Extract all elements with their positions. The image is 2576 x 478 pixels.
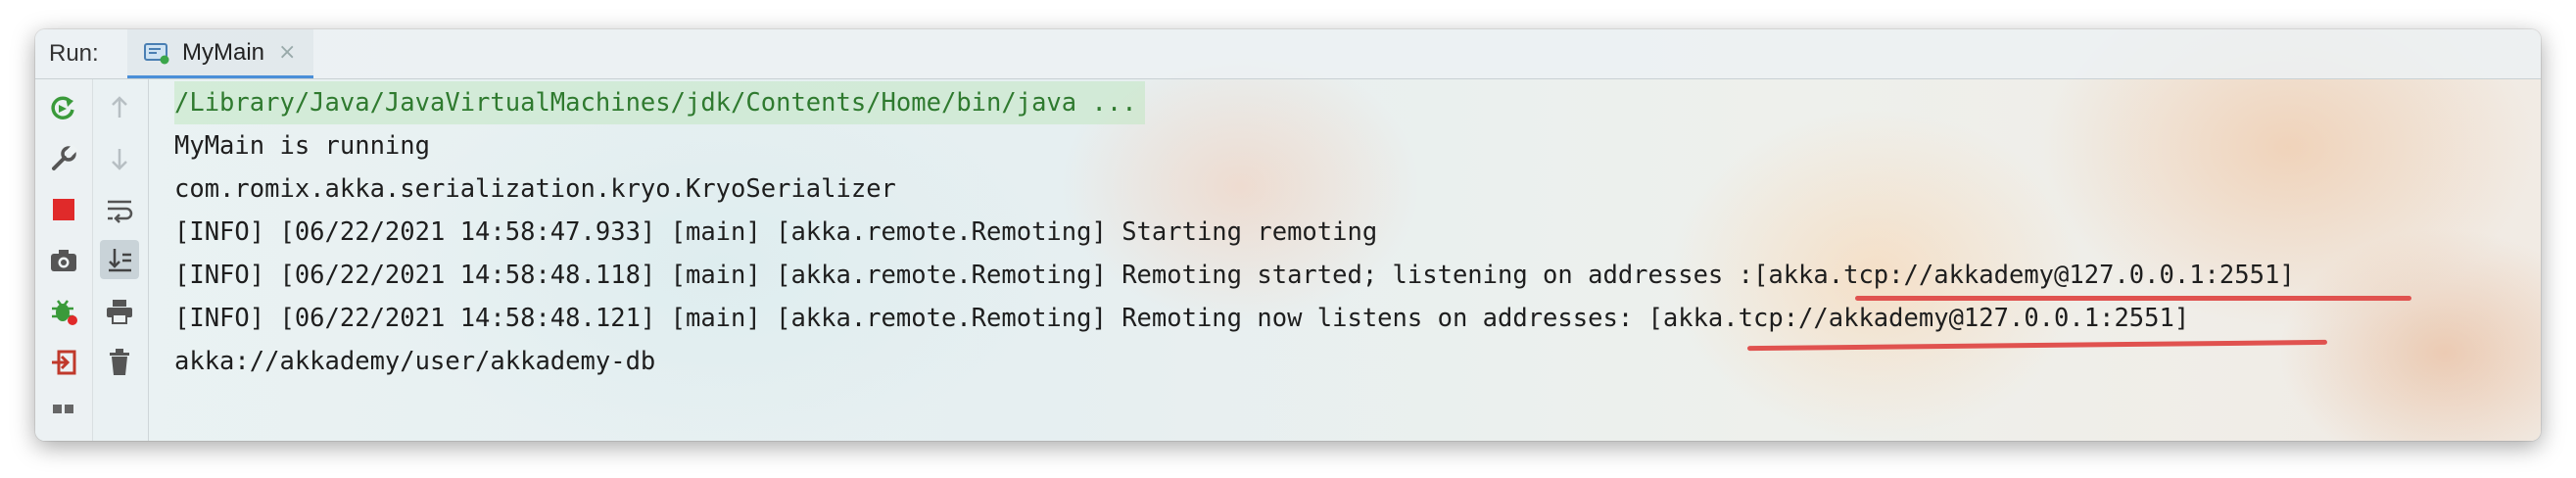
debug-bug-icon[interactable] (47, 295, 80, 328)
console-line: [INFO] [06/22/2021 14:58:47.933] [main] … (174, 217, 1378, 247)
console-output[interactable]: /Library/Java/JavaVirtualMachines/jdk/Co… (174, 79, 2541, 441)
wrench-icon[interactable] (47, 142, 80, 175)
print-icon[interactable] (103, 295, 136, 328)
tab-close-icon[interactable]: × (278, 40, 296, 65)
console-line-command[interactable]: /Library/Java/JavaVirtualMachines/jdk/Co… (174, 81, 1145, 124)
down-arrow-icon[interactable] (103, 142, 136, 175)
run-label: Run: (49, 40, 99, 67)
tab-mymain[interactable]: MyMain × (127, 29, 314, 78)
console-line: MyMain is running (174, 131, 430, 161)
scroll-to-end-icon[interactable] (100, 240, 139, 279)
layout-icon[interactable] (47, 399, 80, 432)
annotation-underline (1746, 339, 2328, 352)
console-line: [INFO] [06/22/2021 14:58:48.118] [main] … (174, 261, 2295, 290)
up-arrow-icon[interactable] (103, 91, 136, 124)
console-toolbar (92, 79, 149, 441)
camera-icon[interactable] (47, 244, 80, 277)
console-line: com.romix.akka.serialization.kryo.KryoSe… (174, 174, 896, 204)
console-line: akka://akkademy/user/akkademy-db (174, 347, 656, 376)
login-icon[interactable] (47, 346, 80, 379)
run-tool-window: Run: MyMain × /Library/Java/JavaVirtualM… (35, 29, 2541, 441)
console-app-icon (143, 41, 170, 65)
left-toolbar (35, 79, 93, 441)
annotation-underline (1855, 296, 2411, 301)
stop-icon[interactable] (47, 193, 80, 226)
run-tab-bar: Run: MyMain × (35, 29, 2541, 79)
console-line: [INFO] [06/22/2021 14:58:48.121] [main] … (174, 304, 2190, 333)
soft-wrap-icon[interactable] (103, 193, 136, 226)
tab-label: MyMain (182, 38, 265, 66)
rerun-icon[interactable] (47, 91, 80, 124)
trash-icon[interactable] (103, 346, 136, 379)
